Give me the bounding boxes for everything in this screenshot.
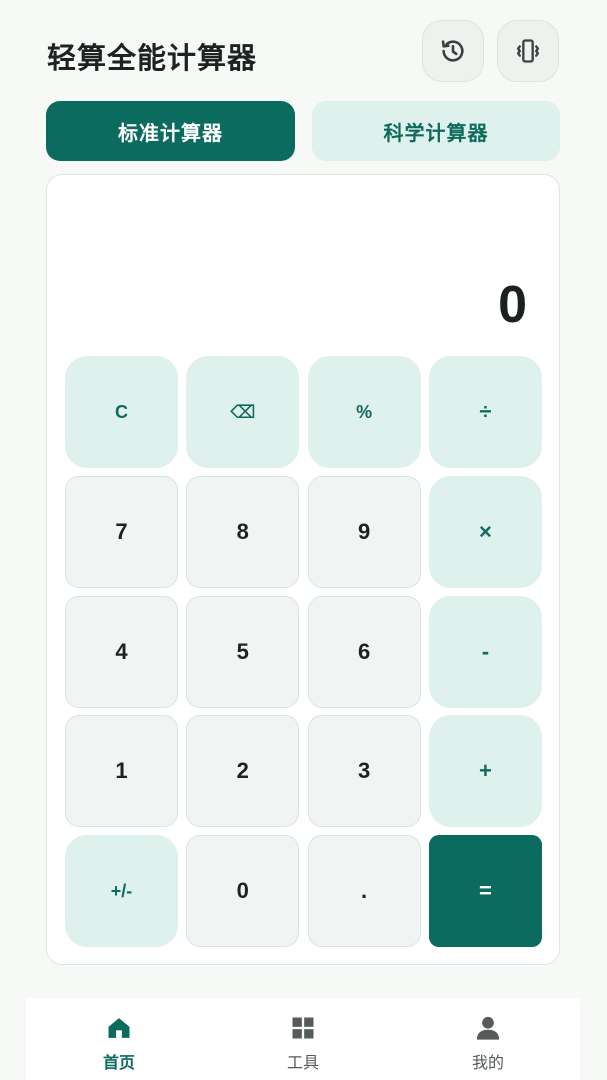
- negate-key[interactable]: +/-: [65, 835, 178, 948]
- add-key[interactable]: +: [428, 715, 542, 828]
- digit-8-key[interactable]: 8: [186, 475, 300, 588]
- decimal-key[interactable]: .: [307, 835, 421, 948]
- app-title: 轻算全能计算器: [47, 43, 258, 75]
- digit-0-key[interactable]: 0: [186, 835, 300, 948]
- digit-1-key[interactable]: 1: [65, 715, 178, 828]
- history-icon: [441, 40, 464, 62]
- digit-3-key[interactable]: 3: [307, 715, 421, 828]
- equals-key[interactable]: =: [428, 835, 542, 948]
- home-icon: [108, 1018, 130, 1038]
- digit-4-key[interactable]: 4: [65, 595, 178, 708]
- multiply-key[interactable]: ×: [428, 475, 542, 588]
- digit-5-key[interactable]: 5: [186, 595, 300, 708]
- vibrate-icon: [516, 39, 540, 63]
- nav-label-mine: 我的: [471, 1055, 504, 1072]
- nav-item-tools[interactable]: 工具: [243, 1014, 363, 1074]
- vibrate-button[interactable]: [497, 20, 559, 82]
- mode-tabs: 标准计算器 科学计算器: [46, 101, 560, 161]
- digit-9-key[interactable]: 9: [307, 475, 421, 588]
- clear-key[interactable]: C: [65, 356, 178, 468]
- tab-standard-calculator[interactable]: 标准计算器: [46, 101, 295, 161]
- user-icon: [476, 1016, 500, 1040]
- backspace-key[interactable]: ⌫: [186, 356, 300, 468]
- nav-item-mine[interactable]: 我的: [428, 1014, 548, 1074]
- history-button[interactable]: [422, 20, 484, 82]
- digit-6-key[interactable]: 6: [307, 595, 421, 708]
- display-value: 0: [498, 276, 527, 334]
- digit-7-key[interactable]: 7: [65, 475, 178, 588]
- percent-key[interactable]: %: [307, 356, 421, 468]
- divide-key[interactable]: ÷: [428, 356, 542, 468]
- bottom-nav: 首页 工具 我的: [26, 998, 580, 1080]
- nav-item-home[interactable]: 首页: [59, 1014, 179, 1074]
- nav-label-tools: 工具: [286, 1055, 319, 1072]
- calculator-card: 0 C ⌫ % ÷ 7 8 9 × 4 5 6 - 1 2 3 + +/- 0 …: [46, 174, 560, 965]
- app-header: 轻算全能计算器: [0, 0, 607, 100]
- tab-scientific-calculator[interactable]: 科学计算器: [312, 101, 560, 161]
- subtract-key[interactable]: -: [428, 595, 542, 708]
- nav-label-home: 首页: [102, 1055, 135, 1072]
- grid-icon: [292, 1017, 314, 1039]
- keypad: C ⌫ % ÷ 7 8 9 × 4 5 6 - 1 2 3 + +/- 0 . …: [65, 356, 543, 948]
- digit-2-key[interactable]: 2: [186, 715, 300, 828]
